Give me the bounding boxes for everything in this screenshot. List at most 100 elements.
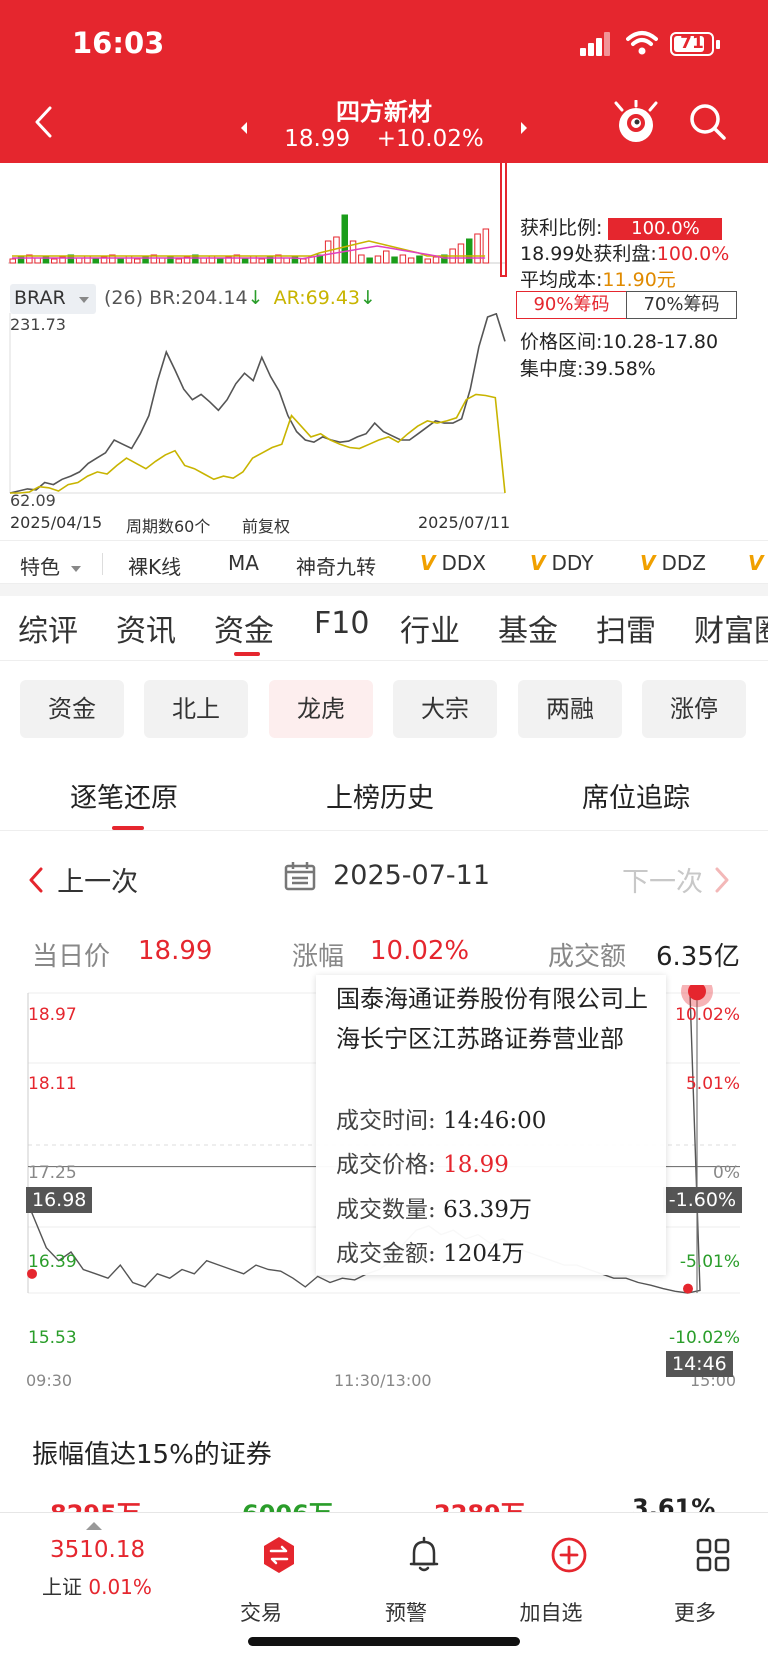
nav-trade-label: 交易 <box>240 1601 282 1625</box>
y-label-lower: 16.39 <box>28 1252 77 1272</box>
index-widget[interactable]: 3510.18 上证 0.01% <box>30 1513 160 1613</box>
volume-bar <box>358 254 365 264</box>
day-price-label: 当日价 <box>32 942 111 972</box>
toolbar-ddz[interactable]: V DDZ <box>640 551 706 575</box>
subtab-capital[interactable]: 资金 <box>20 680 124 738</box>
volume-bar <box>258 258 265 264</box>
y-label-upper: 18.11 <box>28 1074 77 1094</box>
nav-add-watchlist[interactable]: 加自选 <box>496 1535 606 1625</box>
vip-icon: V <box>530 551 546 575</box>
tooltip-broker: 国泰海通证券股份有限公司上海长宁区江苏路证券营业部 <box>336 985 648 1053</box>
concentration-value: 39.58% <box>583 358 656 380</box>
tab-industry[interactable]: 行业 <box>400 606 460 650</box>
price-range-value: 10.28-17.80 <box>602 331 719 353</box>
tab-tick-replay[interactable]: 逐笔还原 <box>70 776 178 815</box>
chip-tab-90[interactable]: 90%筹码 <box>516 291 627 319</box>
subtab-limit-up[interactable]: 涨停 <box>642 680 746 738</box>
tab-listing-history[interactable]: 上榜历史 <box>326 776 434 815</box>
profit-ratio-label: 获利比例: <box>520 217 603 239</box>
stock-quote: 18.99 +10.02% <box>260 126 508 152</box>
volume-bar <box>84 255 91 264</box>
change-label: 涨幅 <box>292 942 345 972</box>
prev-button[interactable]: 上一次 <box>28 860 138 898</box>
kline-indicator-area[interactable]: BRAR (26) BR:204.14↓ AR:69.43↓ 231.73 62… <box>0 163 768 536</box>
toolbar-feature[interactable]: 特色 <box>20 551 82 580</box>
nav-trade[interactable]: 交易 <box>206 1535 316 1625</box>
date-navigation: 上一次 2025-07-11 下一次 <box>0 850 768 900</box>
index-value: 3510.18 <box>50 1537 146 1563</box>
volume-bar <box>432 256 440 264</box>
volume-bar <box>457 243 465 264</box>
stock-change: +10.02% <box>376 126 484 152</box>
volume-bar <box>134 258 141 264</box>
tab-f10[interactable]: F10 <box>314 606 369 641</box>
volume-chart <box>8 214 505 264</box>
date-start: 2025/04/15 <box>10 513 103 532</box>
tab-overview[interactable]: 综评 <box>18 606 78 650</box>
tooltip-amount-label: 成交金额: <box>336 1241 436 1267</box>
dropdown-arrow-icon <box>71 565 82 572</box>
vip-icon: V <box>640 551 656 575</box>
volume-bar <box>300 258 307 264</box>
date-end: 2025/07/11 <box>418 513 511 532</box>
tab-fund[interactable]: 基金 <box>498 606 558 650</box>
back-icon[interactable] <box>32 104 56 140</box>
vip-icon: V <box>420 551 436 575</box>
latest-candle-marker <box>500 163 507 277</box>
tooltip-amount: 成交金额: 1204万 <box>336 1234 525 1268</box>
avg-cost-value: 11.90元 <box>602 269 676 291</box>
home-indicator <box>248 1637 520 1646</box>
toolbar-ma[interactable]: MA <box>228 551 259 575</box>
date-picker[interactable]: 2025-07-11 <box>284 860 490 892</box>
subtab-block-trade[interactable]: 大宗 <box>393 680 497 738</box>
nav-alert-label: 预警 <box>385 1601 427 1625</box>
toolbar-magic-nine[interactable]: 神奇九转 <box>296 551 376 580</box>
subtab-dragon-tiger[interactable]: 龙虎 <box>269 680 373 738</box>
section-divider <box>0 584 768 596</box>
volume-bar <box>175 258 182 264</box>
tab-news[interactable]: 资讯 <box>116 606 176 650</box>
nav-more-label: 更多 <box>674 1601 716 1625</box>
x-label-midday: 11:30/13:00 <box>334 1371 432 1390</box>
up-arrow-icon <box>86 1522 102 1530</box>
subtab-northbound[interactable]: 北上 <box>144 680 248 738</box>
price-range: 价格区间:10.28-17.80 <box>520 327 718 354</box>
brar-legend: (26) BR:204.14↓ AR:69.43↓ <box>104 287 376 309</box>
volume-bar <box>424 258 431 264</box>
tab-capital[interactable]: 资金 <box>214 606 274 650</box>
toolbar-naked-k[interactable]: 裸K线 <box>128 551 181 580</box>
toolbar-ddy[interactable]: V DDY <box>530 551 593 575</box>
nav-alert[interactable]: 预警 <box>351 1535 461 1625</box>
pct-label-min: -10.02% <box>669 1328 740 1348</box>
cursor-price-badge: 16.98 <box>26 1187 93 1213</box>
chip-tab-70[interactable]: 70%筹码 <box>626 291 737 319</box>
ar-trend-icon: ↓ <box>360 287 376 309</box>
y-label-max: 18.97 <box>28 1005 77 1025</box>
prev-stock-icon[interactable] <box>238 120 250 136</box>
nav-add-label: 加自选 <box>519 1601 583 1625</box>
tooltip-price-label: 成交价格: <box>336 1152 436 1178</box>
tab-wealth-circle[interactable]: 财富圈 <box>694 606 768 650</box>
next-button[interactable]: 下一次 <box>622 860 730 898</box>
nav-more[interactable]: 更多 <box>640 1535 750 1625</box>
subtab-margin[interactable]: 两融 <box>518 680 622 738</box>
toolbar-more-v[interactable]: V <box>748 551 768 575</box>
profit-ratio-bar: 100.0% <box>608 217 723 240</box>
volume-ma-line <box>12 240 486 257</box>
volume-bar <box>217 258 224 264</box>
search-icon[interactable] <box>688 102 728 142</box>
tab-risk-scan[interactable]: 扫雷 <box>596 606 656 650</box>
next-stock-icon[interactable] <box>518 120 530 136</box>
profit-at-label: 18.99处获利盘: <box>520 243 657 265</box>
br-value: 204.14 <box>181 287 248 309</box>
tab-seat-tracking[interactable]: 席位追踪 <box>582 776 690 815</box>
day-price-value: 18.99 <box>138 936 213 966</box>
mascot-icon[interactable] <box>614 100 658 146</box>
tooltip-time-value: 14:46:00 <box>443 1108 547 1134</box>
toolbar-ddz-label: DDZ <box>661 551 706 575</box>
average-cost: 平均成本:11.90元 <box>520 265 676 292</box>
toolbar-ddx[interactable]: V DDX <box>420 551 486 575</box>
brar-selector[interactable]: BRAR <box>10 284 96 314</box>
indicator-toolbar: 特色 裸K线 MA 神奇九转 V DDX V DDY V DDZ V <box>0 540 768 584</box>
battery-icon: 71 <box>670 32 714 56</box>
